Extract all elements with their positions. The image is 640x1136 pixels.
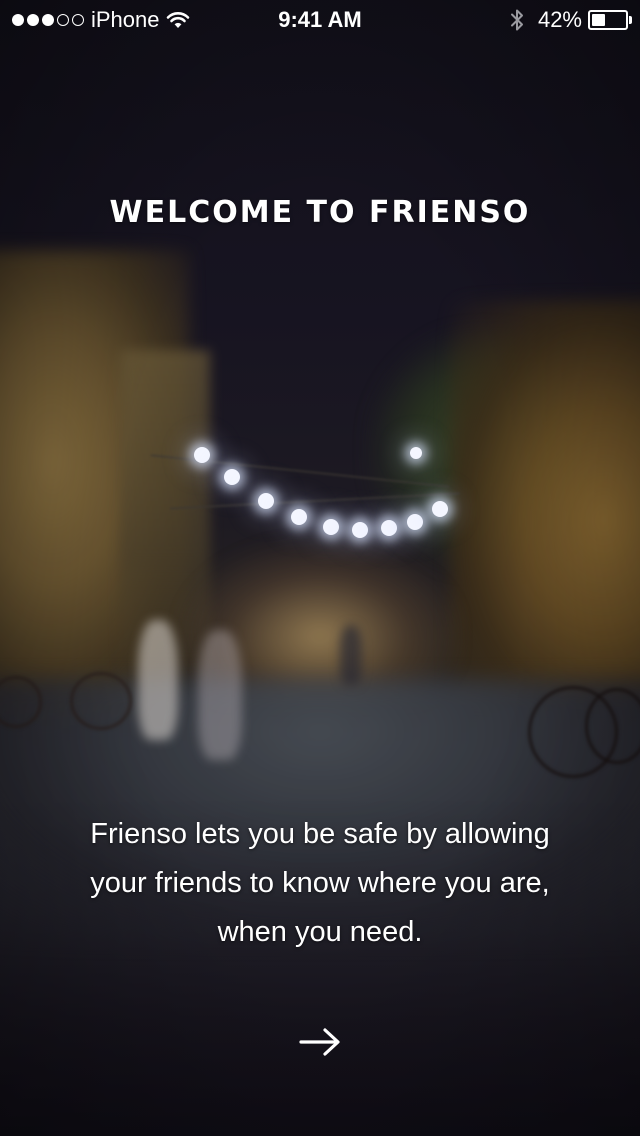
welcome-description: Frienso lets you be safe by allowing you… — [90, 818, 550, 948]
onboarding-screen: iPhone 9:41 AM 42% WELCOME TO FRIENSO Fr… — [0, 0, 640, 1136]
battery-percentage: 42% — [537, 7, 582, 32]
bluetooth-icon — [510, 8, 524, 32]
next-button[interactable] — [290, 1012, 350, 1072]
background-image — [0, 0, 640, 1136]
battery-level — [592, 14, 605, 26]
battery-icon — [588, 10, 632, 30]
arrow-right-icon — [299, 1028, 340, 1056]
status-bar: iPhone 9:41 AM 42% — [0, 0, 640, 40]
status-right: 42% — [510, 7, 632, 32]
welcome-title: WELCOME TO FRIENSO — [109, 195, 531, 230]
